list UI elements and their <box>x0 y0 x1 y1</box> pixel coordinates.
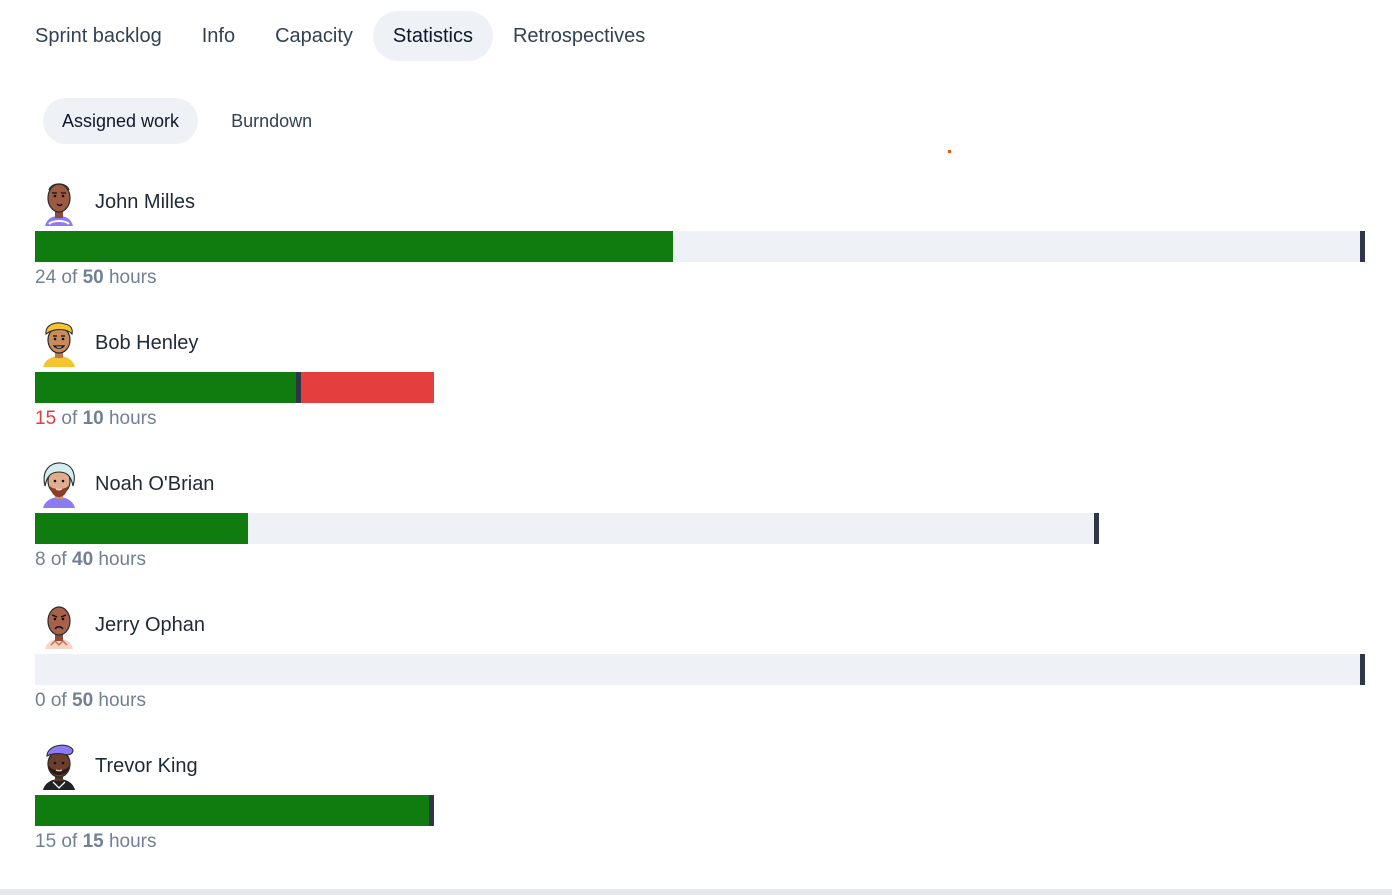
tab-info[interactable]: Info <box>182 11 255 61</box>
capacity-bar <box>35 372 434 403</box>
bottom-divider <box>0 889 1392 895</box>
of-label: of <box>50 549 67 570</box>
capacity-bar <box>35 795 434 826</box>
assigned-work-fill <box>35 795 434 826</box>
capacity-marker <box>1094 513 1099 544</box>
person-name: Jerry Ophan <box>95 613 206 636</box>
capacity-marker <box>429 795 434 826</box>
assigned-hours: 15 <box>35 831 57 852</box>
person-header: Bob Henley <box>35 319 1365 367</box>
avatar <box>35 319 83 367</box>
person-name: Trevor King <box>95 754 198 777</box>
person-header: John Milles <box>35 178 1365 226</box>
hours-unit-label: hours <box>98 690 146 711</box>
person-name: Bob Henley <box>95 331 199 354</box>
person-row-trevor-king: Trevor King 15 of 15 hours <box>35 742 1365 883</box>
person-header: Trevor King <box>35 742 1365 790</box>
of-label: of <box>61 267 78 288</box>
assigned-work-fill <box>35 231 673 262</box>
person-row-bob-henley: Bob Henley 15 of 10 hours <box>35 319 1365 460</box>
hours-summary: 15 of 15 hours <box>35 831 157 853</box>
top-tab-bar: Sprint backlog Info Capacity Statistics … <box>15 11 665 61</box>
capacity-hours: 15 <box>82 831 104 852</box>
capacity-hours: 50 <box>82 267 104 288</box>
hours-unit-label: hours <box>108 831 157 852</box>
person-row-john-milles: John Milles 24 of 50 hours <box>35 178 1365 319</box>
capacity-marker <box>296 372 301 403</box>
capacity-bar <box>35 513 1099 544</box>
capacity-hours: 50 <box>72 690 94 711</box>
avatar <box>35 742 83 790</box>
assigned-work-list: John Milles 24 of 50 hours Bob Henley 15 o… <box>35 178 1365 883</box>
hours-summary: 0 of 50 hours <box>35 690 146 712</box>
assigned-hours: 0 <box>35 690 46 711</box>
assigned-hours: 8 <box>35 549 46 570</box>
person-header: Noah O'Brian <box>35 460 1365 508</box>
assigned-work-fill <box>35 372 301 403</box>
capacity-bar <box>35 654 1365 685</box>
hours-summary: 24 of 50 hours <box>35 267 157 289</box>
assigned-hours: 15 <box>35 408 57 429</box>
avatar <box>35 460 83 508</box>
hours-unit-label: hours <box>98 549 146 570</box>
person-header: Jerry Ophan <box>35 601 1365 649</box>
hours-summary: 15 of 10 hours <box>35 408 157 430</box>
capacity-marker <box>1360 654 1365 685</box>
capacity-hours: 40 <box>72 549 94 570</box>
subtab-burndown[interactable]: Burndown <box>212 98 331 144</box>
avatar <box>35 601 83 649</box>
person-row-noah-o-brian: Noah O'Brian 8 of 40 hours <box>35 460 1365 601</box>
avatar <box>35 178 83 226</box>
of-label: of <box>61 831 78 852</box>
hours-unit-label: hours <box>108 408 157 429</box>
tab-sprint-backlog[interactable]: Sprint backlog <box>15 11 182 61</box>
assigned-work-fill <box>35 513 248 544</box>
capacity-bar <box>35 231 1365 262</box>
person-name: Noah O'Brian <box>95 472 215 495</box>
capacity-marker <box>1360 231 1365 262</box>
person-name: John Milles <box>95 190 196 213</box>
hours-summary: 8 of 40 hours <box>35 549 146 571</box>
of-label: of <box>50 690 67 711</box>
tab-retrospectives[interactable]: Retrospectives <box>493 11 665 61</box>
statistics-subtab-bar: Assigned work Burndown <box>43 98 345 144</box>
of-label: of <box>61 408 78 429</box>
cursor-dot <box>948 150 951 153</box>
person-row-jerry-ophan: Jerry Ophan 0 of 50 hours <box>35 601 1365 742</box>
subtab-assigned-work[interactable]: Assigned work <box>43 98 199 144</box>
overallocation-fill <box>301 372 434 403</box>
assigned-hours: 24 <box>35 267 57 288</box>
tab-statistics[interactable]: Statistics <box>372 11 493 61</box>
capacity-hours: 10 <box>82 408 104 429</box>
hours-unit-label: hours <box>108 267 157 288</box>
tab-capacity[interactable]: Capacity <box>255 11 373 61</box>
